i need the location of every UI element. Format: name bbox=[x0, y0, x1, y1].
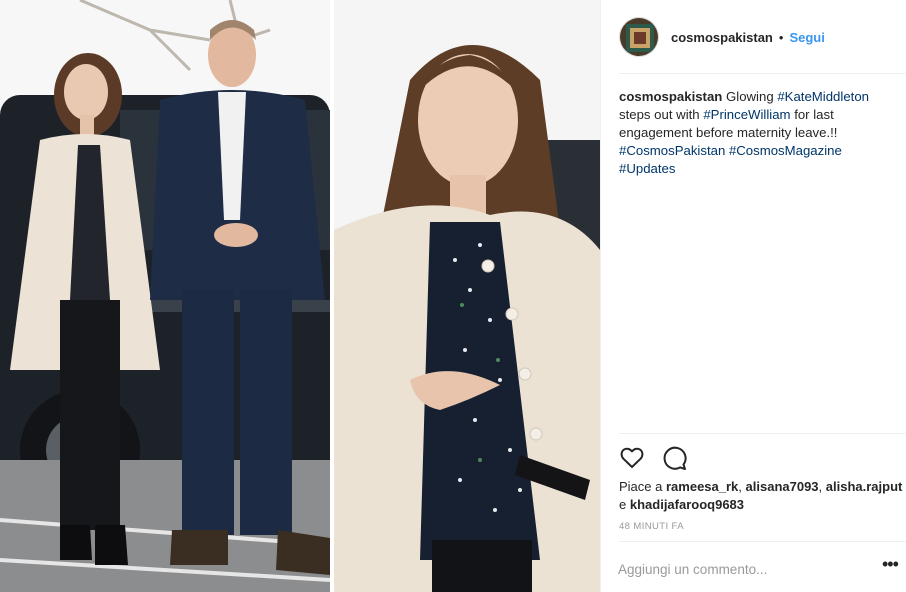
comment-icon[interactable] bbox=[661, 445, 687, 471]
caption-text: Glowing bbox=[726, 89, 774, 104]
photo-illustration bbox=[0, 0, 600, 592]
hashtag-link[interactable]: #Updates bbox=[619, 161, 675, 176]
more-options-icon[interactable]: ••• bbox=[882, 554, 902, 578]
likes-conjunction: e bbox=[619, 497, 627, 512]
post-photo[interactable] bbox=[0, 0, 600, 592]
photo-divider bbox=[330, 0, 334, 592]
post-side-panel: cosmospakistan • Segui cosmospakistan Gl… bbox=[600, 0, 906, 592]
avatar-image bbox=[620, 18, 658, 56]
liker-link[interactable]: alisha.rajput bbox=[826, 479, 903, 494]
post-actions bbox=[619, 444, 703, 472]
post-timestamp[interactable]: 48 MINUTI FA bbox=[619, 521, 684, 532]
likes-prefix: Piace a bbox=[619, 479, 663, 494]
separator-dot: • bbox=[778, 29, 784, 45]
comment-input[interactable] bbox=[618, 556, 868, 582]
more-options-label: ••• bbox=[882, 554, 899, 574]
hashtag-link[interactable]: #PrinceWilliam bbox=[703, 107, 790, 122]
divider bbox=[619, 433, 906, 434]
post-username[interactable]: cosmospakistan bbox=[671, 30, 773, 45]
hashtag-link[interactable]: #KateMiddleton bbox=[777, 89, 869, 104]
liker-link[interactable]: khadijafarooq9683 bbox=[630, 497, 744, 512]
hashtag-link[interactable]: #CosmosMagazine bbox=[729, 143, 842, 158]
hashtag-link[interactable]: #CosmosPakistan bbox=[619, 143, 725, 158]
post-header: cosmospakistan • Segui bbox=[619, 16, 905, 58]
likes-summary: Piace a rameesa_rk, alisana7093, alisha.… bbox=[619, 479, 903, 512]
caption-username[interactable]: cosmospakistan bbox=[619, 89, 722, 104]
heart-icon[interactable] bbox=[619, 445, 645, 471]
follow-button[interactable]: Segui bbox=[789, 30, 824, 45]
liker-link[interactable]: rameesa_rk bbox=[666, 479, 738, 494]
liker-link[interactable]: alisana7093 bbox=[746, 479, 819, 494]
caption-text: steps out with bbox=[619, 107, 700, 122]
post-caption: cosmospakistan Glowing #KateMiddleton st… bbox=[619, 88, 895, 178]
divider bbox=[619, 73, 906, 74]
divider bbox=[619, 541, 906, 542]
avatar[interactable] bbox=[619, 17, 659, 57]
